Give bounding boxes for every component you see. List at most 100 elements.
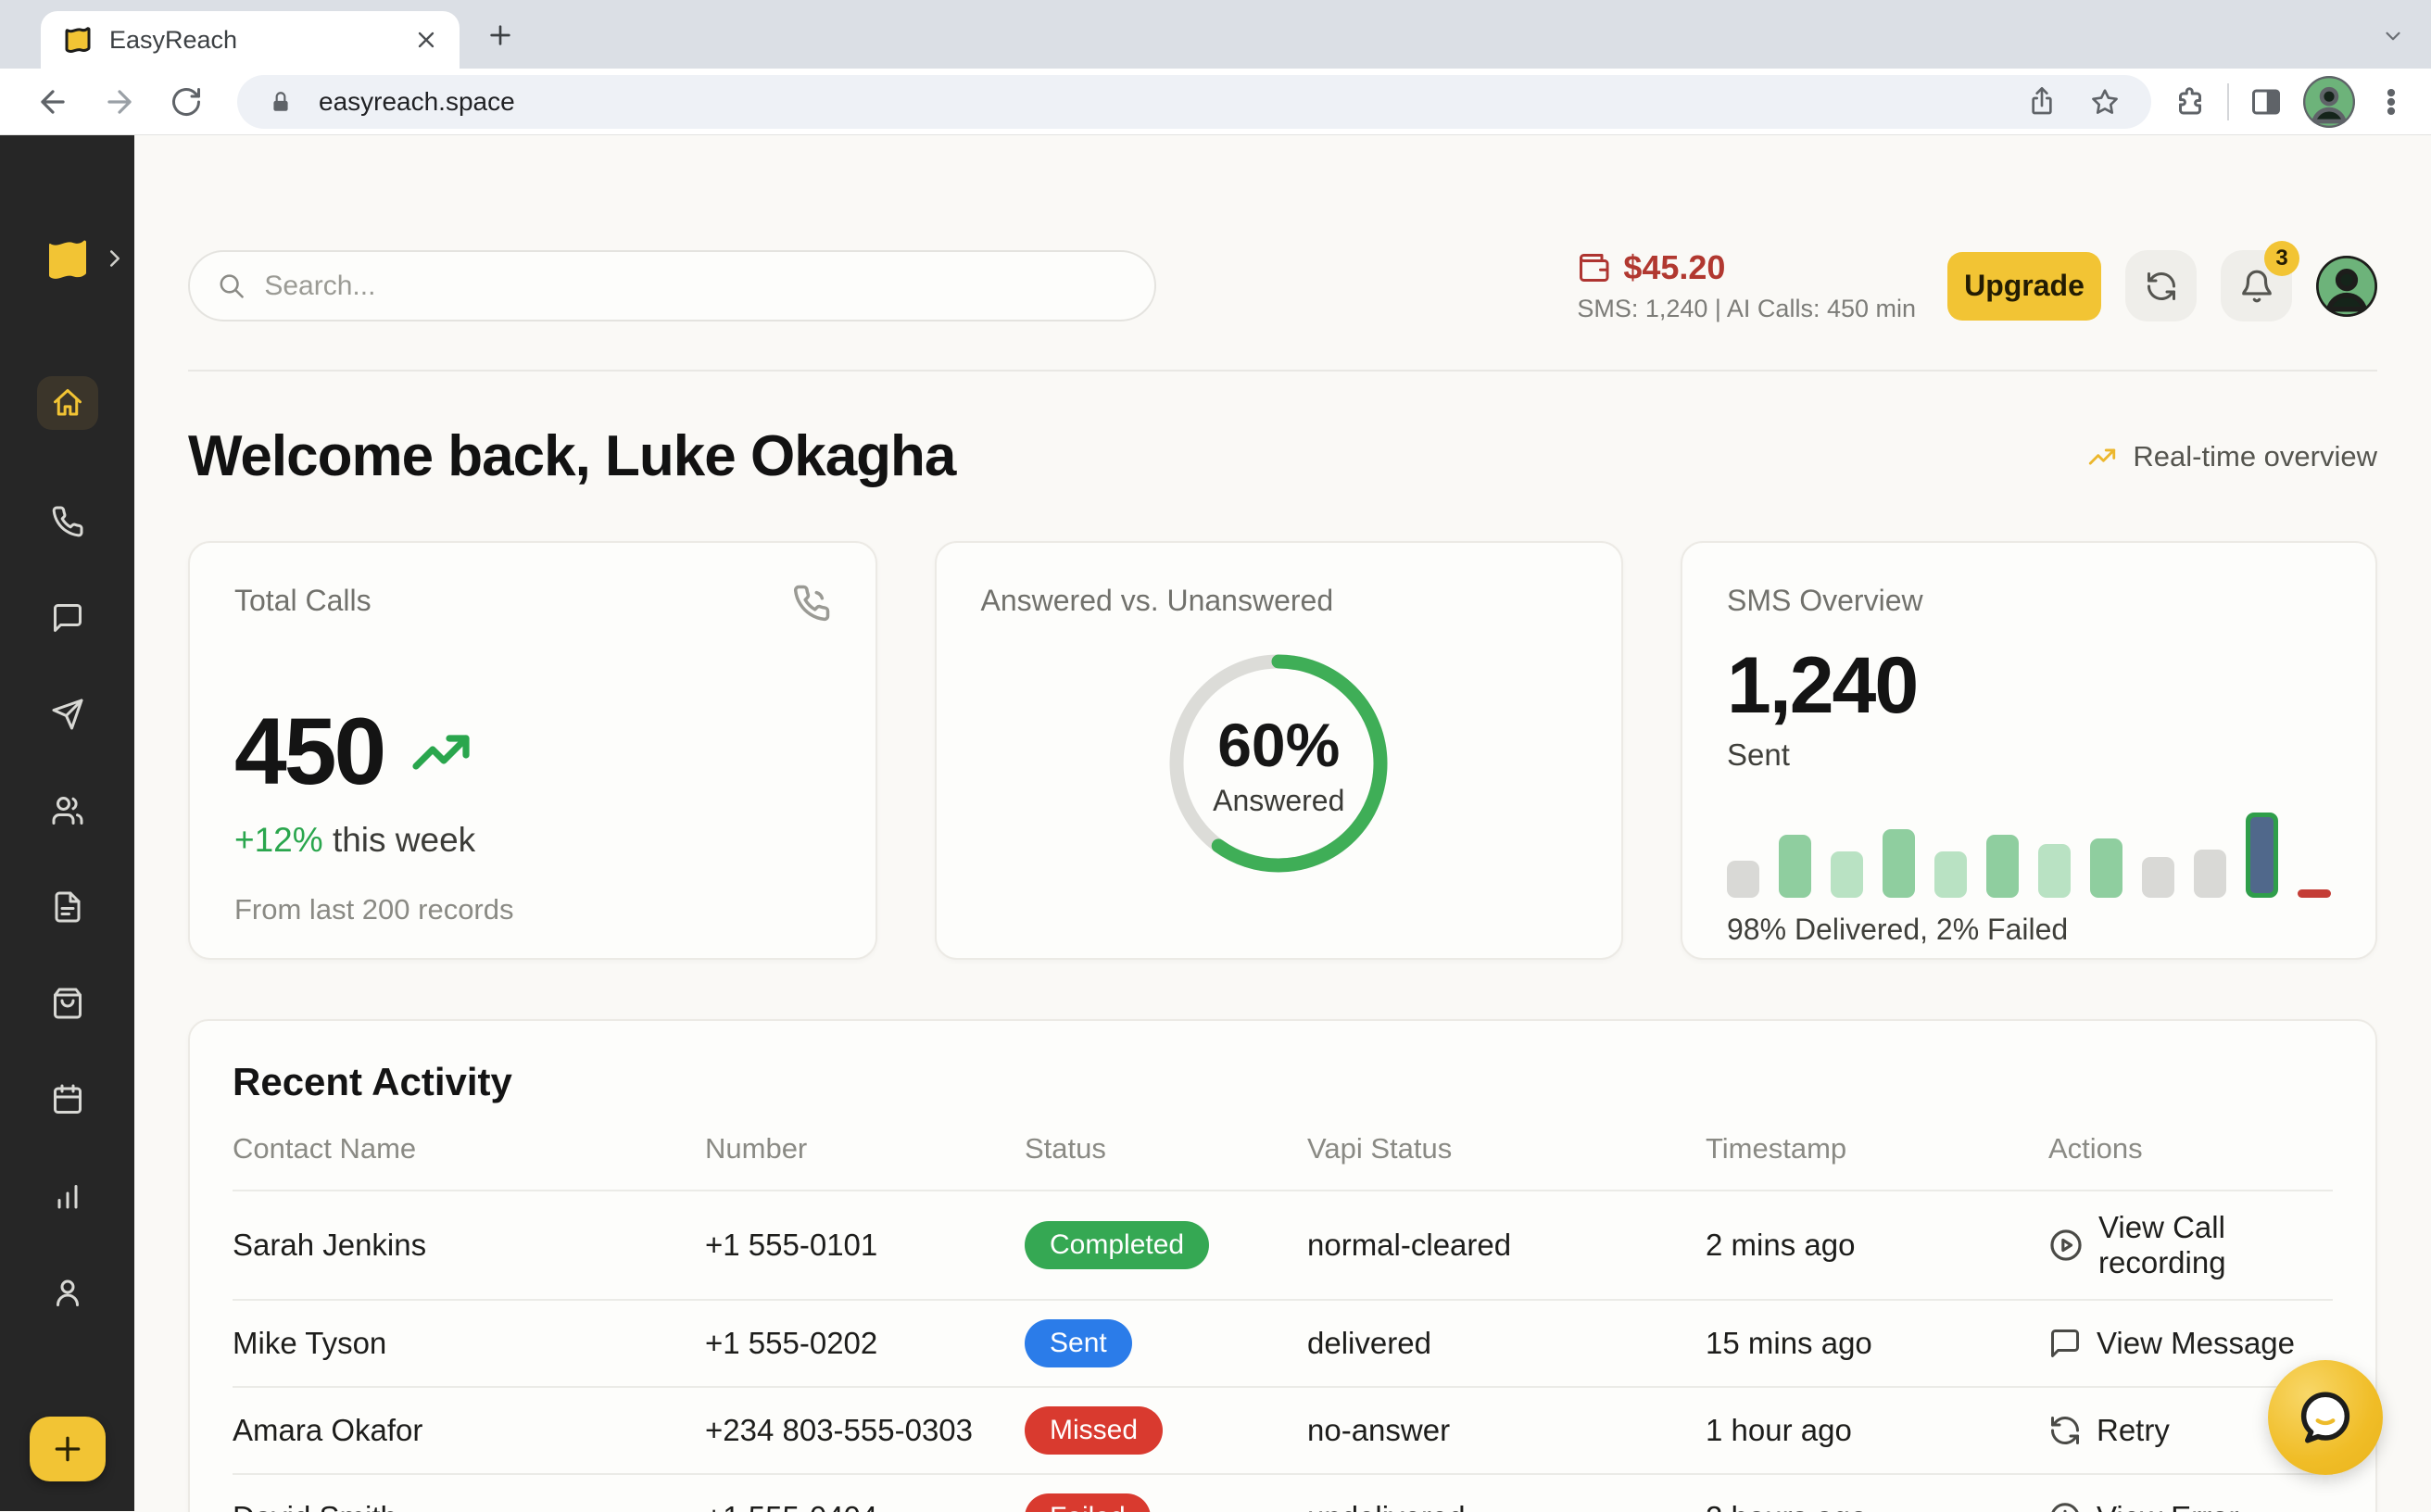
sms-delivery-caption: 98% Delivered, 2% Failed [1727,913,2331,947]
forward-icon[interactable] [91,73,148,131]
phone-icon [51,505,84,538]
view-message-action[interactable]: View Message [2048,1326,2333,1361]
send-icon [51,698,84,731]
card-title: Answered vs. Unanswered [981,584,1578,618]
sidebar-item-calls[interactable] [37,495,98,548]
sms-bar [1831,851,1863,898]
table-row: Amara Okafor +234 803-555-0303 Missed no… [233,1386,2333,1473]
status-badge: Sent [1025,1319,1132,1367]
notification-badge: 3 [2264,241,2299,276]
phone-call-icon [792,584,831,623]
sms-bar [1883,829,1915,898]
wallet-icon [1577,251,1610,284]
sms-bar [2246,813,2278,898]
page-title: Welcome back, Luke Okagha [188,423,955,489]
url-bar[interactable]: easyreach.space [237,75,2151,129]
side-panel-icon[interactable] [2249,85,2283,119]
sidebar-item-documents[interactable] [37,880,98,934]
upgrade-button[interactable]: Upgrade [1947,252,2101,321]
share-icon[interactable] [2020,87,2064,117]
answered-label: Answered [1213,784,1344,818]
bar-chart-icon [51,1179,84,1213]
timestamp: 2 mins ago [1706,1228,2048,1263]
total-calls-card: Total Calls 450 +12% this week From last… [188,541,877,960]
sidebar-item-profile[interactable] [37,1266,98,1319]
sidebar-item-orders[interactable] [37,976,98,1030]
total-calls-subtext: From last 200 records [234,893,831,926]
sidebar-nav [37,376,98,1319]
search-box[interactable] [188,250,1156,321]
tab-close-icon[interactable] [413,27,439,53]
answered-card: Answered vs. Unanswered 60% Answered [935,541,1624,960]
usage-summary: SMS: 1,240 | AI Calls: 450 min [1577,295,1916,323]
vapi-status: delivered [1307,1326,1706,1361]
sms-bar [2142,857,2174,898]
sidebar-item-messages[interactable] [37,591,98,645]
app-header: $45.20 SMS: 1,240 | AI Calls: 450 min Up… [188,248,2377,323]
chat-bubble-icon [2295,1387,2356,1448]
sidebar-expand-icon[interactable] [101,245,129,272]
col-actions: Actions [2048,1132,2333,1166]
back-icon[interactable] [24,73,82,131]
browser-tabstrip: EasyReach [0,0,2431,69]
url-text: easyreach.space [319,87,2001,117]
total-calls-value: 450 [234,698,384,806]
add-new-button[interactable] [30,1417,106,1481]
contact-name: Sarah Jenkins [233,1228,705,1263]
vapi-status: undelivered [1307,1500,1706,1512]
contact-number: +234 803-555-0303 [705,1413,1025,1448]
sms-overview-card: SMS Overview 1,240 Sent 98% Delivered, 2… [1681,541,2377,960]
answered-percent: 60% [1217,710,1340,780]
sync-button[interactable] [2125,250,2197,321]
home-icon [51,386,84,420]
toolbar-divider [2227,83,2229,120]
recent-activity-title: Recent Activity [233,1060,2333,1104]
calendar-icon [51,1083,84,1116]
extensions-icon[interactable] [2173,85,2207,119]
reload-icon[interactable] [157,73,215,131]
trend-arrow-icon [408,719,474,786]
message-square-icon [2048,1327,2082,1360]
contact-number: +1 555-0101 [705,1228,1025,1263]
table-row: Sarah Jenkins +1 555-0101 Completed norm… [233,1190,2333,1299]
sync-icon [2145,270,2178,303]
view-call-recording-action[interactable]: View Call recording [2048,1210,2333,1280]
sidebar-item-campaigns[interactable] [37,687,98,741]
col-status: Status [1025,1132,1307,1166]
timestamp: 2 hours ago [1706,1500,2048,1512]
sidebar-item-calendar[interactable] [37,1073,98,1127]
chevron-down-icon[interactable] [2381,24,2405,48]
sms-bar [1779,835,1811,898]
app-logo[interactable] [38,232,97,287]
sms-bar [2038,844,2071,898]
file-text-icon [51,890,84,924]
sidebar-item-home[interactable] [37,376,98,430]
sms-bar [2090,838,2122,898]
card-title: SMS Overview [1727,584,2331,618]
chat-widget-button[interactable] [2268,1360,2383,1475]
search-input[interactable] [264,271,1127,302]
contact-number: +1 555-0404 [705,1500,1025,1512]
table-row: David Smith +1 555-0404 Failed undeliver… [233,1473,2333,1512]
new-tab-icon[interactable] [485,20,515,50]
browser-tab[interactable]: EasyReach [41,11,460,69]
view-error-action[interactable]: View Error [2048,1500,2333,1512]
timestamp: 1 hour ago [1706,1413,2048,1448]
col-contact-name: Contact Name [233,1132,705,1166]
users-icon [51,794,84,827]
wallet-summary: $45.20 SMS: 1,240 | AI Calls: 450 min [1577,248,1916,323]
sidebar-item-analytics[interactable] [37,1169,98,1223]
menu-kebab-icon[interactable] [2375,86,2407,118]
browser-toolbar: easyreach.space [0,69,2431,135]
status-badge: Failed [1025,1493,1151,1512]
contact-name: David Smith [233,1500,705,1512]
sidebar-item-contacts[interactable] [37,784,98,838]
browser-profile-avatar[interactable] [2303,76,2355,128]
favicon-easyreach [61,23,94,57]
notifications-button[interactable]: 3 [2221,250,2292,321]
user-avatar[interactable] [2316,256,2377,317]
search-icon [218,271,246,301]
bookmark-star-icon[interactable] [2083,87,2127,117]
contact-number: +1 555-0202 [705,1326,1025,1361]
user-icon [51,1276,84,1309]
